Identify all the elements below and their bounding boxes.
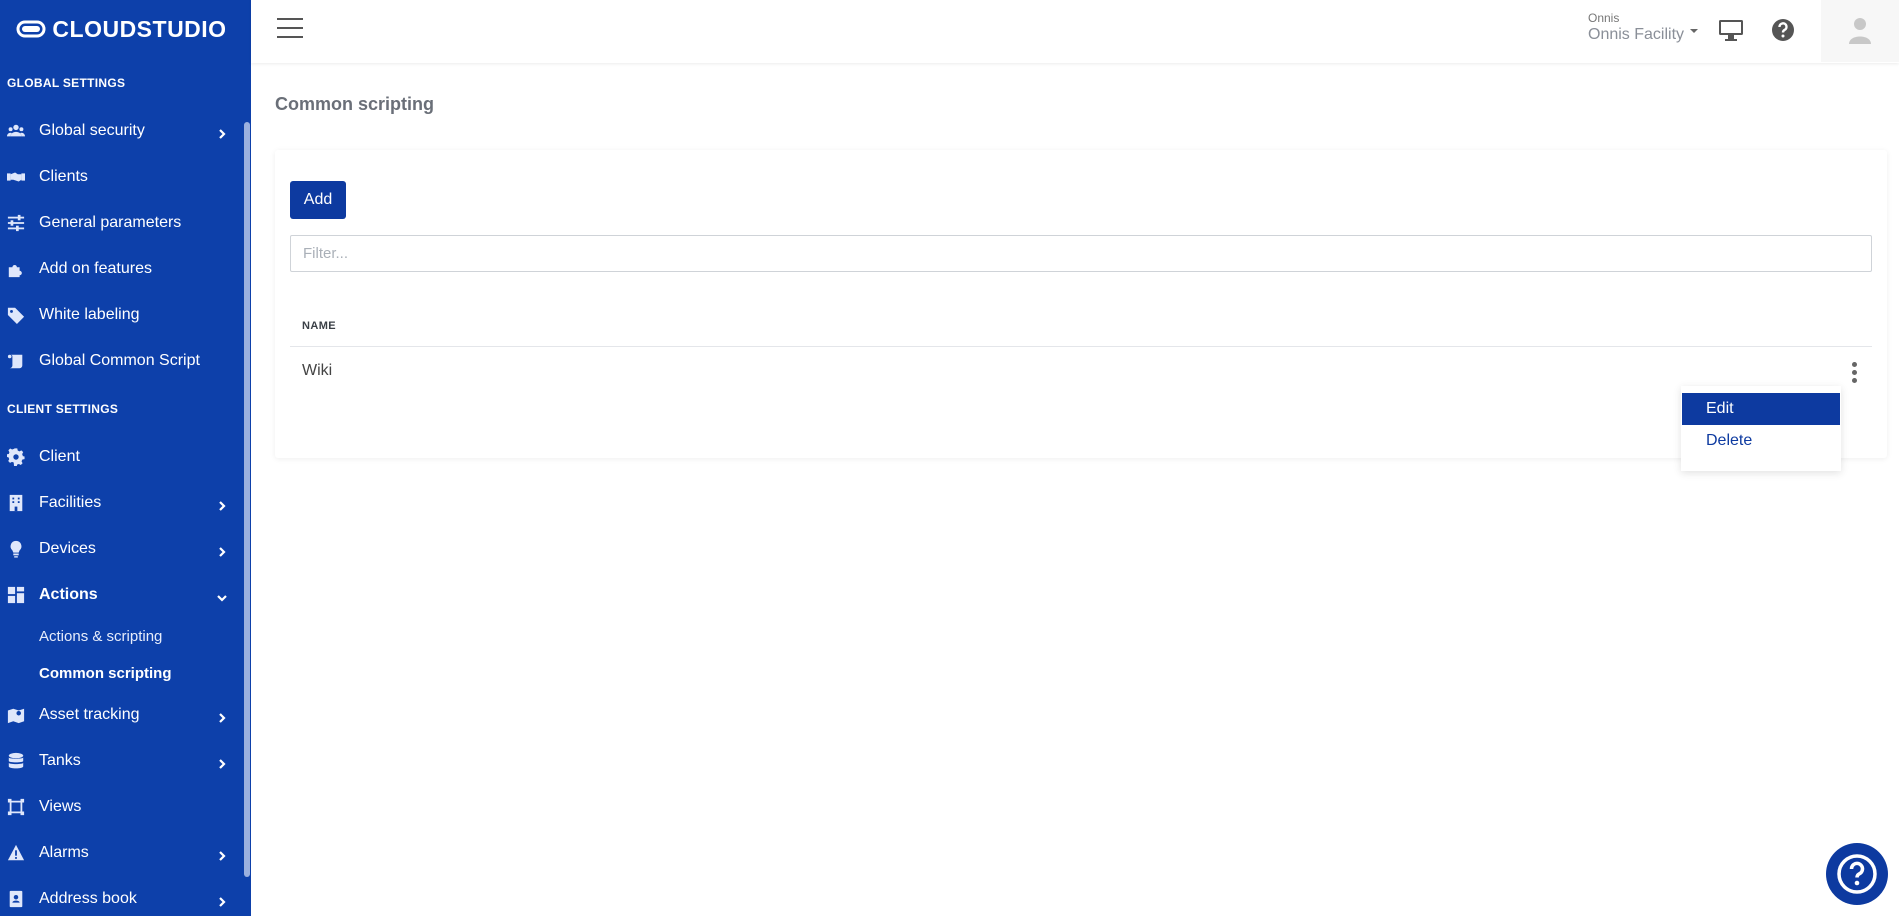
sidebar-item-label: Add on features — [39, 260, 152, 277]
facility-name: Onnis Facility — [1588, 26, 1685, 43]
table-header-divider — [290, 346, 1872, 347]
table-row-name[interactable]: Wiki — [302, 362, 332, 380]
row-context-menu: Edit Delete — [1681, 386, 1841, 471]
sidebar-item-label: Client — [39, 448, 80, 465]
add-button[interactable]: Add — [290, 181, 346, 219]
sidebar-subitem-actions-scripting[interactable]: Actions & scripting — [0, 618, 251, 655]
menu-item-edit[interactable]: Edit — [1682, 393, 1840, 425]
row-actions-kebab-icon[interactable] — [1849, 360, 1859, 384]
tag-icon — [7, 306, 25, 324]
menu-toggle-icon[interactable] — [277, 18, 303, 40]
sidebar-item-global-common-script[interactable]: Global Common Script — [0, 338, 251, 384]
address-book-icon — [7, 890, 25, 908]
sidebar-item-address-book[interactable]: Address book — [0, 876, 251, 916]
scripts-card: Add NAME Wiki — [275, 150, 1887, 458]
sidebar: CLOUDSTUDIO GLOBAL SETTINGS Global secur… — [0, 0, 251, 916]
facility-client-name: Onnis — [1588, 11, 1620, 25]
sidebar-item-label: Views — [39, 798, 82, 815]
user-avatar[interactable] — [1821, 0, 1899, 62]
facility-selector[interactable]: Onnis Onnis Facility — [1588, 11, 1699, 44]
sidebar-item-label: General parameters — [39, 214, 182, 231]
map-icon — [7, 706, 25, 724]
global-settings-heading: GLOBAL SETTINGS — [7, 76, 126, 90]
sidebar-item-white-labeling[interactable]: White labeling — [0, 292, 251, 338]
monitor-icon[interactable] — [1718, 17, 1744, 43]
client-settings-heading: CLIENT SETTINGS — [7, 402, 119, 416]
sidebar-item-label: Actions — [39, 586, 98, 603]
frame-icon — [7, 798, 25, 816]
sidebar-item-add-on-features[interactable]: Add on features — [0, 246, 251, 292]
brand-logo[interactable]: CLOUDSTUDIO — [0, 0, 251, 58]
handshake-icon — [7, 168, 25, 186]
building-icon — [7, 494, 25, 512]
column-header-name[interactable]: NAME — [302, 320, 336, 332]
sidebar-item-label: Devices — [39, 540, 96, 557]
sidebar-item-label: Global security — [39, 122, 145, 139]
sidebar-item-label: White labeling — [39, 306, 140, 323]
menu-item-delete[interactable]: Delete — [1682, 425, 1840, 457]
database-icon — [7, 752, 25, 770]
chevron-right-icon — [217, 848, 227, 861]
grid-icon — [7, 586, 25, 604]
warning-icon — [7, 844, 25, 862]
page-title: Common scripting — [275, 94, 435, 114]
chevron-right-icon — [217, 710, 227, 723]
sidebar-item-facilities[interactable]: Facilities — [0, 480, 251, 526]
sidebar-item-label: Alarms — [39, 844, 89, 861]
sidebar-item-label: Facilities — [39, 494, 102, 511]
sidebar-item-asset-tracking[interactable]: Asset tracking — [0, 692, 251, 738]
chevron-right-icon — [217, 894, 227, 907]
sidebar-item-general-parameters[interactable]: General parameters — [0, 200, 251, 246]
puzzle-icon — [7, 260, 25, 278]
sidebar-item-actions[interactable]: Actions — [0, 572, 251, 618]
user-icon — [1849, 18, 1871, 44]
sidebar-item-label: Address book — [39, 890, 137, 907]
chevron-right-icon — [217, 544, 227, 557]
sidebar-item-label: Tanks — [39, 752, 81, 769]
sliders-icon — [7, 214, 25, 232]
sidebar-item-client[interactable]: Client — [0, 434, 251, 480]
top-header: Onnis Onnis Facility — [251, 0, 1899, 63]
sidebar-item-views[interactable]: Views — [0, 784, 251, 830]
sidebar-item-global-security[interactable]: Global security — [0, 108, 251, 154]
gear-icon — [7, 448, 25, 466]
help-question-icon — [1837, 854, 1877, 894]
sidebar-item-devices[interactable]: Devices — [0, 526, 251, 572]
filter-input[interactable] — [290, 235, 1872, 272]
chevron-down-icon — [217, 590, 227, 602]
sidebar-item-label: Global Common Script — [39, 352, 200, 369]
sidebar-item-alarms[interactable]: Alarms — [0, 830, 251, 876]
sidebar-item-label: Clients — [39, 168, 88, 185]
chevron-right-icon — [217, 498, 227, 511]
help-circle-icon[interactable] — [1770, 17, 1796, 43]
scroll-icon — [7, 352, 25, 370]
chevron-right-icon — [217, 756, 227, 769]
sidebar-scrollbar[interactable] — [243, 58, 251, 916]
sidebar-item-clients[interactable]: Clients — [0, 154, 251, 200]
users-icon — [7, 122, 25, 140]
brand-name: CLOUDSTUDIO — [52, 15, 227, 42]
cloud-logo-icon — [16, 20, 46, 38]
sidebar-item-label: Asset tracking — [39, 706, 140, 723]
sidebar-subitem-common-scripting[interactable]: Common scripting — [0, 655, 251, 692]
lightbulb-icon — [7, 540, 25, 558]
caret-down-icon — [1690, 29, 1699, 33]
sidebar-item-tanks[interactable]: Tanks — [0, 738, 251, 784]
sidebar-scrollbar-thumb[interactable] — [244, 122, 250, 877]
chevron-right-icon — [217, 126, 227, 139]
help-fab-button[interactable] — [1826, 843, 1888, 905]
